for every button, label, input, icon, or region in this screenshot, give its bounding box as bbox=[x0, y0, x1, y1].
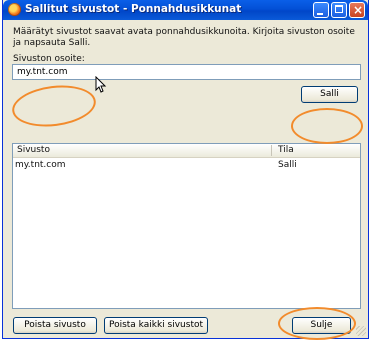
sites-list[interactable]: Sivusto Tila my.tnt.com Salli bbox=[12, 143, 361, 309]
column-header-status[interactable]: Tila bbox=[278, 145, 294, 156]
address-label: Sivuston osoite: bbox=[13, 54, 85, 64]
allow-button[interactable]: Salli bbox=[301, 86, 358, 103]
mouse-pointer-icon bbox=[95, 76, 107, 93]
minimize-icon bbox=[317, 13, 323, 15]
close-icon: × bbox=[353, 3, 364, 17]
site-address-input[interactable] bbox=[12, 64, 361, 80]
dialog-description: Määrätyt sivustot saavat avata ponnahdus… bbox=[13, 27, 355, 48]
site-cell: my.tnt.com bbox=[15, 160, 66, 170]
close-button[interactable]: Sulje bbox=[292, 317, 351, 334]
close-window-button[interactable]: × bbox=[349, 2, 365, 18]
maximize-button[interactable] bbox=[331, 2, 347, 18]
firefox-icon bbox=[8, 3, 21, 16]
resize-grip[interactable] bbox=[356, 326, 366, 336]
list-header: Sivusto Tila bbox=[13, 144, 360, 158]
maximize-icon bbox=[335, 5, 343, 13]
list-item[interactable]: my.tnt.com Salli bbox=[13, 159, 360, 171]
allowed-sites-dialog: Sallitut sivustot - Ponnahdusikkunat × M… bbox=[2, 0, 369, 339]
title-bar[interactable]: Sallitut sivustot - Ponnahdusikkunat × bbox=[3, 0, 368, 20]
column-header-site[interactable]: Sivusto bbox=[17, 145, 272, 156]
minimize-button[interactable] bbox=[313, 2, 329, 18]
remove-site-button[interactable]: Poista sivusto bbox=[13, 317, 97, 334]
window-title: Sallitut sivustot - Ponnahdusikkunat bbox=[25, 3, 242, 15]
remove-all-sites-button[interactable]: Poista kaikki sivustot bbox=[104, 317, 208, 334]
status-cell: Salli bbox=[278, 160, 297, 170]
